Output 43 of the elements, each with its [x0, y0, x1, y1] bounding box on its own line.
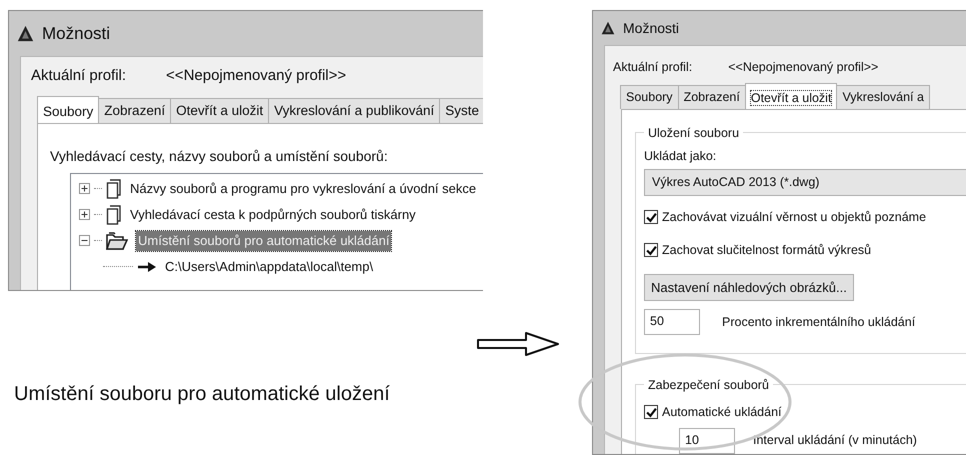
field-label: Ukládat jako:	[644, 148, 718, 165]
tree-item[interactable]: Umístění souborů pro automatické ukládání	[136, 231, 392, 250]
section-label: Vyhledávací cesty, názvy souborů a umístění souborů:	[50, 146, 389, 166]
tab[interactable]: Zobrazení	[678, 84, 746, 108]
window-title: Možnosti	[42, 22, 110, 45]
field-label: Interval ukládání (v minutách)	[753, 432, 917, 450]
checkbox[interactable]	[644, 405, 658, 420]
field-label: Procento inkrementálního ukládání	[722, 314, 916, 331]
tree-item[interactable]: Názvy souborů a programu pro vykreslování a úvodní sekce	[130, 179, 476, 198]
window-title: Možnosti	[623, 18, 680, 38]
tab[interactable]: Vykreslování a	[836, 84, 930, 108]
app-logo-icon	[17, 25, 34, 42]
figure-caption: Umístění souboru pro automatické uložení	[14, 382, 391, 407]
tab[interactable]: Otevřít a uložit	[744, 82, 838, 108]
checkbox[interactable]	[644, 243, 658, 258]
expand-toggle[interactable]	[79, 209, 90, 220]
tab[interactable]: Soubory	[620, 84, 679, 108]
tree-item[interactable]: Vyhledávací cesta k podpůrných souborů tiskárny	[130, 205, 416, 224]
percent-input[interactable]: 50	[644, 309, 700, 335]
checkbox-label: Zachovávat vizuální věrnost u objektů poznáme	[662, 209, 926, 226]
arrow-right-icon	[137, 260, 157, 273]
tab[interactable]: Otevřít a uložit	[170, 98, 270, 123]
profile-name: <<Nepojmenovaný profil>>	[166, 66, 346, 86]
checkbox-label: Zachovat slučitelnost formátů výkresů	[662, 242, 872, 259]
collapse-toggle[interactable]	[79, 235, 90, 246]
thumbnail-settings-button[interactable]: Nastavení náhledových obrázků...	[644, 274, 854, 301]
profile-name: <<Nepojmenovaný profil>>	[728, 59, 878, 76]
tab[interactable]: Zobrazení	[98, 98, 172, 123]
tab[interactable]: Soubory	[37, 96, 100, 123]
tab[interactable]: Vykreslování a publikování	[268, 98, 440, 123]
document-stack-icon	[106, 204, 122, 225]
format-dropdown[interactable]: Výkres AutoCAD 2013 (*.dwg)	[644, 169, 966, 196]
open-folder-icon	[106, 230, 128, 251]
profile-label: Aktuální profil:	[31, 66, 126, 86]
checkbox[interactable]	[644, 210, 658, 224]
app-logo-icon	[601, 21, 615, 35]
tab[interactable]: Syste	[439, 98, 483, 123]
document-stack-icon	[106, 178, 122, 199]
tree-item[interactable]: C:\Users\Admin\appdata\local\temp\	[165, 257, 374, 276]
checkbox-label: Automatické ukládání	[662, 404, 782, 421]
expand-toggle[interactable]	[79, 183, 90, 194]
profile-label: Aktuální profil:	[613, 59, 692, 76]
group-title: Zabezpečení souborů	[644, 376, 773, 395]
